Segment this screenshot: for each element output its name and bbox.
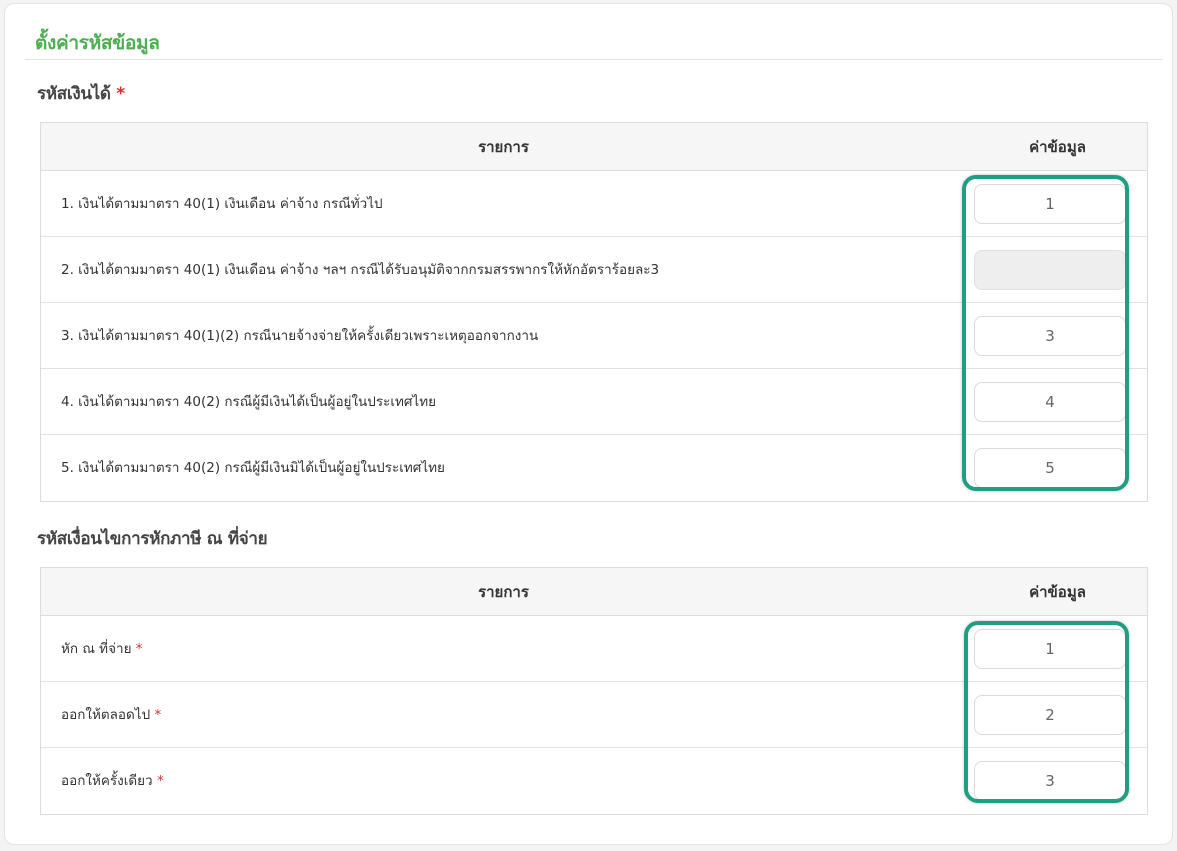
table-row: 2. เงินได้ตามมาตรา 40(1) เงินเดือน ค่าจ้… (41, 237, 1147, 303)
row-label: หัก ณ ที่จ่าย * (61, 616, 143, 682)
required-mark: * (135, 641, 143, 657)
table-row: 5. เงินได้ตามมาตรา 40(2) กรณีผู้มีเงินมิ… (41, 435, 1147, 501)
column-header-item: รายการ (478, 583, 529, 601)
income-code-table: รายการ ค่าข้อมูล 1. เงินได้ตามมาตรา 40(1… (40, 122, 1148, 502)
table-header: รายการ ค่าข้อมูล (41, 123, 1147, 171)
required-mark: * (154, 707, 162, 723)
page-title: ตั้งค่ารหัสข้อมูล (35, 32, 160, 54)
table-header: รายการ ค่าข้อมูล (41, 568, 1147, 616)
withholding-code-input-3[interactable] (974, 761, 1126, 801)
row-label: 3. เงินได้ตามมาตรา 40(1)(2) กรณีนายจ้างจ… (61, 328, 539, 344)
income-code-input-4[interactable] (974, 382, 1126, 422)
required-mark: * (156, 773, 164, 789)
table-row: 1. เงินได้ตามมาตรา 40(1) เงินเดือน ค่าจ้… (41, 171, 1147, 237)
income-code-input-5[interactable] (974, 448, 1126, 488)
section-income-code-label: รหัสเงินได้ (37, 84, 111, 104)
withholding-code-input-1[interactable] (974, 629, 1126, 669)
withholding-condition-table: รายการ ค่าข้อมูล หัก ณ ที่จ่าย * ออกให้ต… (40, 567, 1148, 815)
row-label-text: ออกให้ครั้งเดียว (61, 773, 153, 789)
table-row: 3. เงินได้ตามมาตรา 40(1)(2) กรณีนายจ้างจ… (41, 303, 1147, 369)
row-label: ออกให้ครั้งเดียว * (61, 748, 164, 814)
settings-card: ตั้งค่ารหัสข้อมูล รหัสเงินได้ * รายการ ค… (4, 3, 1173, 845)
row-label: ออกให้ตลอดไป * (61, 682, 161, 748)
row-label-text: หัก ณ ที่จ่าย (61, 641, 132, 657)
withholding-code-input-2[interactable] (974, 695, 1126, 735)
row-label: 5. เงินได้ตามมาตรา 40(2) กรณีผู้มีเงินมิ… (61, 460, 445, 476)
column-header-item: รายการ (478, 138, 529, 156)
row-label: 1. เงินได้ตามมาตรา 40(1) เงินเดือน ค่าจ้… (61, 196, 383, 212)
row-label: 2. เงินได้ตามมาตรา 40(1) เงินเดือน ค่าจ้… (61, 262, 660, 278)
column-header-value: ค่าข้อมูล (1029, 138, 1086, 156)
column-header-value: ค่าข้อมูล (1029, 583, 1086, 601)
table-row: 4. เงินได้ตามมาตรา 40(2) กรณีผู้มีเงินได… (41, 369, 1147, 435)
required-mark: * (116, 84, 125, 104)
section-withholding-title: รหัสเงื่อนไขการหักภาษี ณ ที่จ่าย (37, 525, 268, 552)
row-label: 4. เงินได้ตามมาตรา 40(2) กรณีผู้มีเงินได… (61, 394, 437, 410)
table-row: ออกให้ตลอดไป * (41, 682, 1147, 748)
section-income-code-title: รหัสเงินได้ * (37, 80, 125, 107)
income-code-input-2 (974, 250, 1126, 290)
table-row: หัก ณ ที่จ่าย * (41, 616, 1147, 682)
table-row: ออกให้ครั้งเดียว * (41, 748, 1147, 814)
row-label-text: ออกให้ตลอดไป (61, 707, 151, 723)
section-withholding-label: รหัสเงื่อนไขการหักภาษี ณ ที่จ่าย (37, 529, 268, 549)
income-code-input-3[interactable] (974, 316, 1126, 356)
title-divider (25, 59, 1163, 60)
income-code-input-1[interactable] (974, 184, 1126, 224)
